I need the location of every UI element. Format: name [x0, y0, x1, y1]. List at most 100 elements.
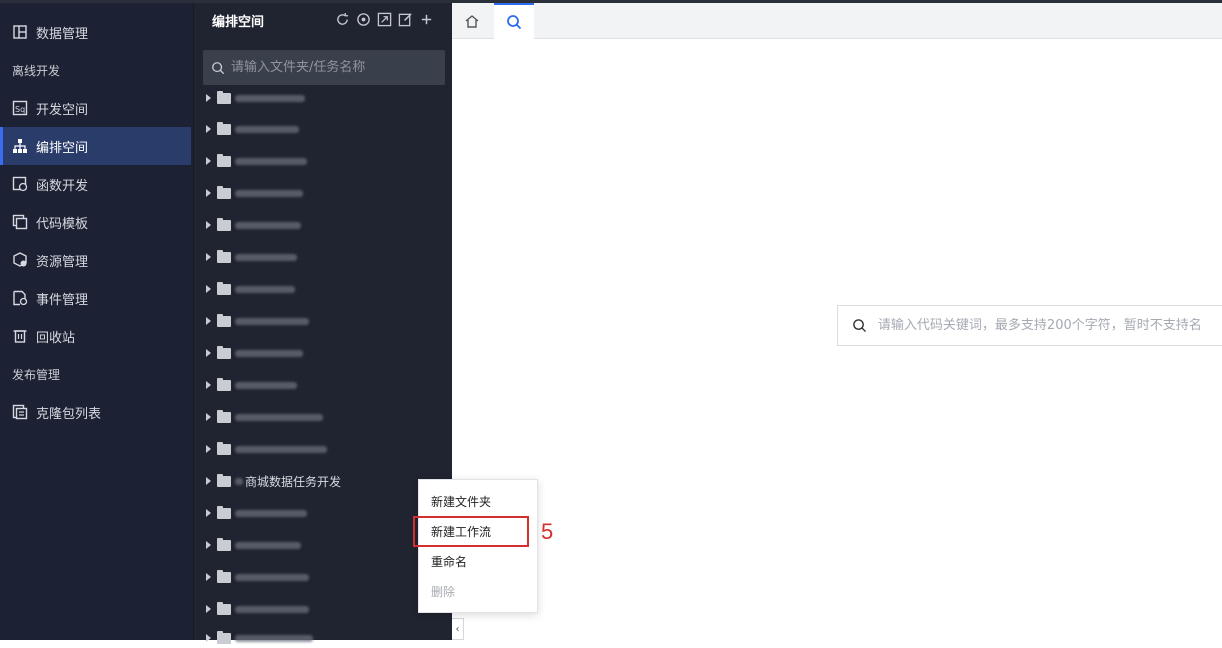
nav-item-label: 开发空间 — [36, 102, 89, 118]
tree-folder-row[interactable] — [206, 119, 299, 139]
refresh-icon[interactable] — [335, 12, 350, 27]
nav-item-function-dev[interactable]: 函数开发 — [0, 165, 191, 203]
add-icon[interactable] — [419, 12, 434, 27]
tree-folder-row[interactable] — [206, 628, 313, 648]
nav-item-recycle-bin[interactable]: 回收站 — [0, 317, 191, 355]
expand-caret-icon[interactable] — [206, 381, 211, 389]
blurred-folder-name — [235, 221, 301, 229]
blurred-folder-name — [235, 125, 299, 133]
expand-caret-icon[interactable] — [206, 253, 211, 261]
folder-icon — [217, 569, 231, 583]
expand-caret-icon[interactable] — [206, 221, 211, 229]
nav-item-orchestration[interactable]: 编排空间 — [0, 127, 191, 165]
tab-home[interactable] — [452, 3, 492, 39]
tree-folder-row[interactable] — [206, 88, 305, 108]
expand-caret-icon[interactable] — [206, 573, 211, 581]
sql-icon: Sq — [12, 100, 28, 116]
expand-caret-icon[interactable] — [206, 125, 211, 133]
left-nav: 数据管理 离线开发 Sq 开发空间 编排空间 函数开发 代码模板 资源管理 事件… — [0, 3, 193, 640]
tree-folder-row[interactable] — [206, 439, 327, 459]
edit-icon[interactable] — [398, 12, 413, 27]
locate-icon[interactable] — [356, 12, 371, 27]
code-search-input[interactable] — [877, 318, 1222, 333]
tree-folder-row[interactable] — [206, 343, 303, 363]
tree-search-box — [203, 50, 445, 85]
tree-folder-row[interactable] — [206, 183, 303, 203]
highlight-box — [413, 516, 529, 547]
folder-icon — [217, 217, 231, 231]
tree-folder-row[interactable] — [206, 599, 309, 619]
nav-item-clone-list[interactable]: 克隆包列表 — [0, 393, 191, 431]
blurred-folder-name — [235, 413, 323, 421]
collapse-panel-button[interactable]: ‹ — [452, 618, 464, 640]
nav-item-label: 函数开发 — [36, 178, 89, 194]
tree-toolbar — [335, 12, 434, 27]
nav-item-dev-space[interactable]: Sq 开发空间 — [0, 89, 191, 127]
blurred-folder-name — [235, 349, 303, 357]
expand-caret-icon[interactable] — [206, 285, 211, 293]
expand-caret-icon[interactable] — [206, 189, 211, 197]
expand-caret-icon[interactable] — [206, 94, 211, 102]
tree-search-input[interactable] — [231, 60, 431, 75]
step-marker: 5 — [541, 519, 554, 544]
tree-folder-row[interactable] — [206, 407, 323, 427]
expand-caret-icon[interactable] — [206, 477, 211, 485]
sitemap-icon — [12, 138, 28, 154]
expand-caret-icon[interactable] — [206, 509, 211, 517]
blurred-folder-name — [235, 445, 327, 453]
folder-icon — [217, 249, 231, 263]
tree-folder-row[interactable] — [206, 279, 295, 299]
blurred-folder-name — [235, 189, 303, 197]
expand-caret-icon[interactable] — [206, 541, 211, 549]
menu-item-rename[interactable]: 重命名 — [431, 553, 467, 570]
nav-item-resource-management[interactable]: 资源管理 — [0, 241, 191, 279]
expand-caret-icon[interactable] — [206, 349, 211, 357]
blurred-folder-name — [235, 509, 307, 517]
expand-caret-icon[interactable] — [206, 317, 211, 325]
blurred-folder-name — [235, 94, 305, 102]
nav-item-event-management[interactable]: 事件管理 — [0, 279, 191, 317]
blurred-folder-name — [235, 634, 313, 642]
nav-item-code-template[interactable]: 代码模板 — [0, 203, 191, 241]
menu-item-delete: 删除 — [431, 585, 456, 599]
tree-folder-row-mall-data[interactable]: 商城数据任务开发 — [206, 471, 341, 491]
nav-group-publish: 发布管理 — [12, 368, 61, 382]
expand-caret-icon[interactable] — [206, 634, 211, 642]
nav-item-label: 代码模板 — [36, 216, 89, 232]
expand-caret-icon[interactable] — [206, 413, 211, 421]
folder-icon — [217, 345, 231, 359]
menu-item-new-folder[interactable]: 新建文件夹 — [431, 493, 491, 510]
tab-search[interactable] — [494, 3, 534, 39]
tree-title: 编排空间 — [212, 15, 265, 30]
tree-folder-row[interactable] — [206, 375, 297, 395]
tree-folder-row[interactable] — [206, 215, 301, 235]
template-icon — [12, 214, 28, 230]
collapse-all-icon[interactable] — [377, 12, 392, 27]
tree-folder-row[interactable] — [206, 311, 309, 331]
nav-item-data-management[interactable]: 数据管理 — [0, 13, 191, 51]
folder-icon — [217, 441, 231, 455]
tab-bar — [452, 3, 1222, 39]
data-management-icon — [12, 24, 28, 40]
tree-folder-row[interactable] — [206, 151, 307, 171]
blurred-folder-name — [235, 605, 309, 613]
function-icon — [12, 176, 28, 192]
tree-folder-row[interactable] — [206, 247, 297, 267]
expand-caret-icon[interactable] — [206, 605, 211, 613]
tree-folder-row[interactable] — [206, 535, 301, 555]
blurred-folder-name — [235, 157, 307, 165]
folder-icon — [217, 313, 231, 327]
trash-icon — [12, 328, 28, 344]
nav-item-label: 资源管理 — [36, 254, 89, 270]
blurred-folder-name — [235, 573, 309, 581]
nav-item-label: 编排空间 — [36, 140, 89, 156]
home-icon — [465, 15, 479, 28]
expand-caret-icon[interactable] — [206, 445, 211, 453]
tree-folder-row[interactable] — [206, 567, 309, 587]
blurred-folder-name — [235, 541, 301, 549]
tree-folder-row[interactable] — [206, 503, 307, 523]
folder-icon — [217, 281, 231, 295]
folder-icon — [217, 409, 231, 423]
folder-icon — [217, 630, 231, 644]
expand-caret-icon[interactable] — [206, 157, 211, 165]
